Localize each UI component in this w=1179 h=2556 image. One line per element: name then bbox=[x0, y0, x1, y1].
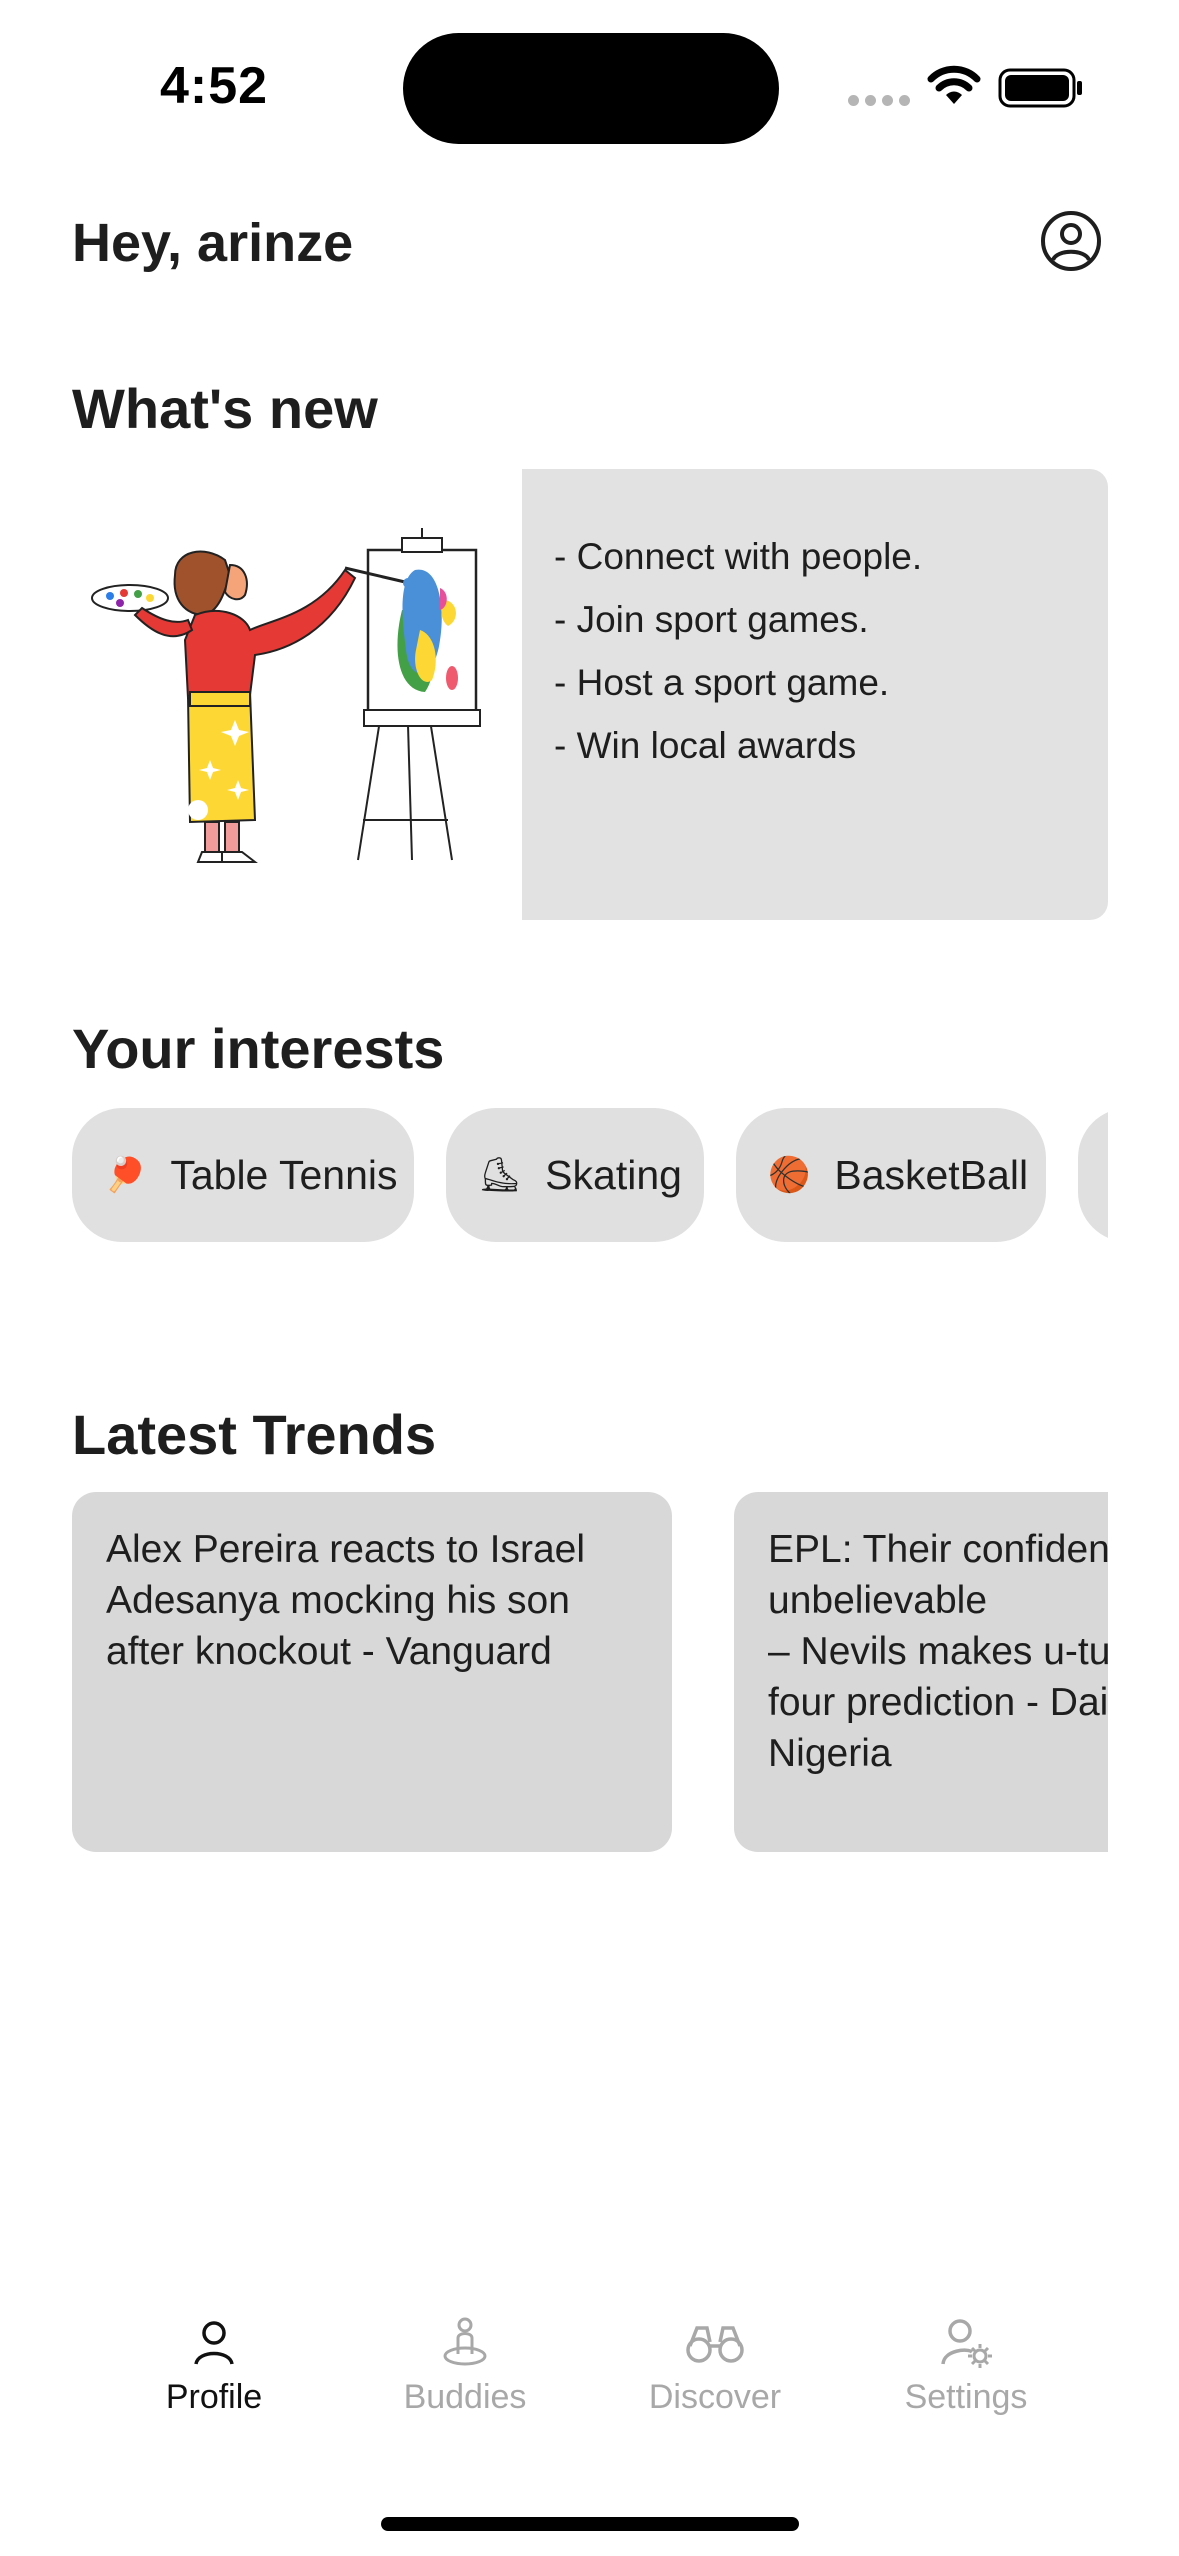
trend-card[interactable]: EPL: Their confidence is unbelievable – … bbox=[734, 1492, 1108, 1852]
interest-chip-table-tennis[interactable]: 🏓 Table Tennis bbox=[72, 1108, 414, 1242]
trends-title: Latest Trends bbox=[72, 1403, 437, 1466]
whats-new-item: - Connect with people. bbox=[554, 536, 923, 577]
person-icon bbox=[194, 2321, 234, 2365]
nav-label: Profile bbox=[165, 2378, 263, 2416]
interests-title: Your interests bbox=[72, 1017, 445, 1080]
whats-new-title: What's new bbox=[72, 377, 378, 440]
trend-card[interactable]: Alex Pereira reacts to Israel Adesanya m… bbox=[72, 1492, 672, 1852]
interests-scroller[interactable]: 🏓 Table Tennis ⛸ Skating 🏀 BasketBall 🎾 bbox=[72, 1108, 1108, 1242]
nav-buddies[interactable]: Buddies bbox=[365, 2316, 565, 2446]
dynamic-island bbox=[403, 33, 779, 144]
wifi-icon bbox=[927, 65, 981, 104]
trends-scroller[interactable]: Alex Pereira reacts to Israel Adesanya m… bbox=[72, 1492, 1108, 1852]
account-circle-icon[interactable] bbox=[1040, 210, 1102, 272]
binoculars-icon bbox=[686, 2326, 744, 2363]
user-gear-icon bbox=[941, 2319, 992, 2368]
nav-label: Settings bbox=[904, 2378, 1028, 2416]
nav-settings[interactable]: Settings bbox=[866, 2316, 1066, 2446]
ice-skate-icon: ⛸ bbox=[478, 1155, 522, 1195]
nav-profile[interactable]: Profile bbox=[114, 2316, 314, 2446]
interest-chip-label: Table Tennis bbox=[170, 1151, 398, 1198]
nav-label: Discover bbox=[648, 2378, 782, 2416]
table-tennis-icon: 🏓 bbox=[104, 1155, 147, 1195]
whats-new-item: - Host a sport game. bbox=[554, 662, 890, 703]
interest-chip-label: Skating bbox=[545, 1151, 682, 1198]
trend-headline: EPL: Their confidence is unbelievable – … bbox=[768, 1528, 1108, 1775]
greeting-title: Hey, arinze bbox=[72, 213, 354, 273]
whats-new-card: - Connect with people. - Join sport game… bbox=[522, 469, 1108, 920]
interest-chip-skating[interactable]: ⛸ Skating bbox=[446, 1108, 704, 1242]
interest-chip-partial[interactable]: 🎾 bbox=[1078, 1108, 1108, 1242]
status-time: 4:52 bbox=[160, 57, 269, 115]
whats-new-item: - Join sport games. bbox=[554, 599, 869, 640]
bottom-nav: Profile Buddies Discover Settings bbox=[0, 2316, 1179, 2446]
nav-label: Buddies bbox=[403, 2378, 527, 2416]
home-screen: 4:52 Hey, arinze What's new - Connect wi… bbox=[0, 0, 1179, 2556]
buddy-icon bbox=[443, 2317, 487, 2366]
interest-chip-basketball[interactable]: 🏀 BasketBall bbox=[736, 1108, 1046, 1242]
whats-new-item: - Win local awards bbox=[554, 725, 857, 766]
trend-headline: Alex Pereira reacts to Israel Adesanya m… bbox=[106, 1528, 586, 1673]
battery-icon bbox=[998, 68, 1082, 108]
basketball-icon: 🏀 bbox=[768, 1155, 811, 1195]
nav-discover[interactable]: Discover bbox=[615, 2316, 815, 2446]
painter-illustration bbox=[91, 528, 481, 863]
home-indicator[interactable] bbox=[381, 2517, 799, 2531]
cellular-signal-icon bbox=[848, 95, 910, 106]
interest-chip-label: BasketBall bbox=[834, 1151, 1029, 1198]
